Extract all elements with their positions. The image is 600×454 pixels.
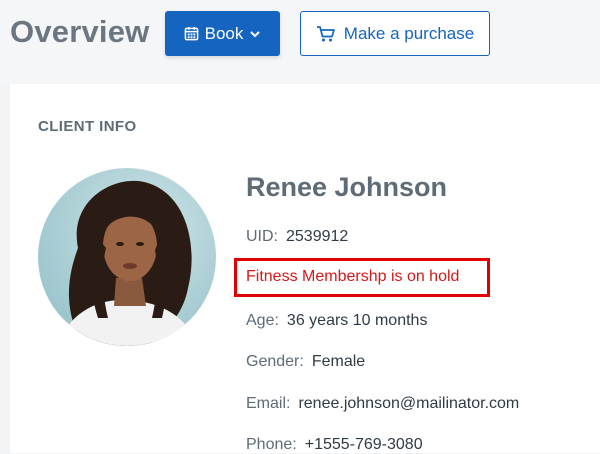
client-name: Renee Johnson — [246, 172, 448, 202]
book-button[interactable]: Book — [165, 11, 280, 56]
gender-label: Gender: — [246, 353, 304, 370]
gender-value: Female — [311, 353, 366, 370]
membership-hold-status: Fitness Membershp is on hold — [246, 268, 460, 285]
uid-field: UID: 2539912 — [246, 228, 348, 246]
age-label: Age: — [246, 312, 279, 329]
email-value[interactable]: renee.johnson@mailinator.com — [298, 395, 519, 412]
cart-icon — [316, 25, 336, 43]
phone-label: Phone: — [246, 436, 297, 453]
calendar-icon — [184, 26, 199, 41]
email-label: Email: — [246, 395, 291, 412]
email-field: Email: renee.johnson@mailinator.com — [246, 395, 519, 413]
uid-label: UID: — [246, 228, 278, 245]
age-value: 36 years 10 months — [286, 312, 428, 329]
chevron-down-icon — [249, 28, 261, 40]
uid-value: 2539912 — [286, 228, 349, 245]
top-bar: Overview Book Make a purchase — [0, 0, 600, 84]
section-label: CLIENT INFO — [38, 118, 137, 135]
avatar — [38, 168, 216, 346]
client-info-card: CLIENT INFO Renee Johnson UID: 2539912 Fi… — [10, 84, 600, 453]
phone-field: Phone: +1555-769-3080 — [246, 436, 423, 454]
page-title: Overview — [10, 14, 150, 49]
make-purchase-button[interactable]: Make a purchase — [300, 11, 490, 56]
make-purchase-label: Make a purchase — [343, 23, 475, 43]
book-button-label: Book — [204, 23, 244, 43]
gender-field: Gender: Female — [246, 353, 365, 371]
age-field: Age: 36 years 10 months — [246, 312, 427, 330]
phone-value[interactable]: +1555-769-3080 — [305, 436, 423, 453]
